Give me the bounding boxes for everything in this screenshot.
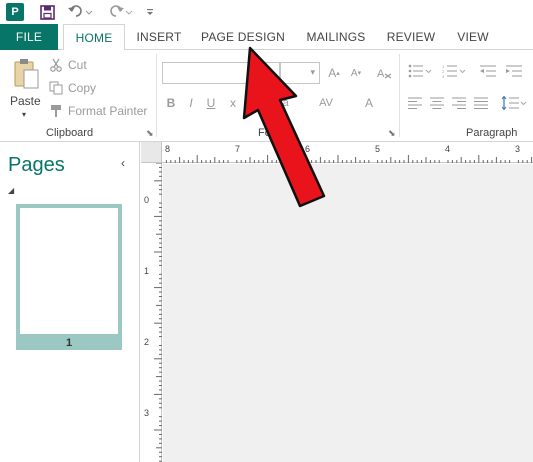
document-canvas[interactable] <box>163 164 533 462</box>
quick-access-toolbar: P <box>0 0 533 24</box>
align-right-icon[interactable] <box>450 94 468 112</box>
ruler-label: 5 <box>375 144 381 154</box>
format-painter-icon <box>48 103 64 119</box>
ruler-corner[interactable] <box>141 142 162 163</box>
ribbon: Paste ▾ Cut Copy Format Painter Clipboar… <box>0 50 533 142</box>
font-name-combobox[interactable] <box>162 62 280 84</box>
clear-formatting-icon[interactable]: A <box>374 62 394 84</box>
format-painter-button[interactable]: Format Painter <box>48 101 147 121</box>
shrink-font-label: A <box>350 67 358 79</box>
redo-icon[interactable] <box>106 3 134 21</box>
increase-indent-icon[interactable] <box>504 62 524 80</box>
ruler-label: 3 <box>144 408 150 418</box>
cut-button[interactable]: Cut <box>48 55 87 75</box>
font-color-button[interactable]: A <box>360 94 378 112</box>
bold-button[interactable]: B <box>164 94 178 112</box>
paste-button[interactable]: Paste ▾ <box>4 56 46 120</box>
chevron-down-icon: ▾ <box>310 67 315 77</box>
section-expand-icon[interactable]: ◢ <box>8 186 14 195</box>
ruler-label: 0 <box>144 195 150 205</box>
horizontal-ruler[interactable]: 8 7 6 5 4 3 <box>162 142 533 163</box>
save-icon[interactable] <box>38 3 56 21</box>
ribbon-tabs: FILE HOME INSERT PAGE DESIGN MAILINGS RE… <box>0 24 533 51</box>
bullets-icon[interactable] <box>406 62 434 80</box>
shrink-font-button[interactable]: A ▾ <box>348 62 364 84</box>
numbering-icon[interactable]: 123 <box>440 62 468 80</box>
vertical-ruler[interactable]: 0 1 2 3 <box>141 162 162 462</box>
font-launcher-icon[interactable]: ⬊ <box>388 129 396 138</box>
page-thumbnail[interactable]: 1 <box>16 204 122 350</box>
align-center-icon[interactable] <box>428 94 446 112</box>
cut-label: Cut <box>68 58 87 72</box>
svg-text:A: A <box>377 68 385 80</box>
copy-icon <box>48 80 64 96</box>
ruler-label: 6 <box>305 144 311 154</box>
decrease-indent-icon[interactable] <box>478 62 498 80</box>
ruler-label: 2 <box>144 337 150 347</box>
ruler-label: 3 <box>515 144 521 154</box>
grow-font-button[interactable]: A ▴ <box>326 62 342 84</box>
ruler-label: 4 <box>445 144 451 154</box>
line-spacing-icon[interactable] <box>500 94 528 112</box>
character-spacing-button[interactable]: AV <box>314 94 338 112</box>
tab-page-design[interactable]: PAGE DESIGN <box>198 24 288 50</box>
change-case-button[interactable]: Aa <box>262 94 302 112</box>
grow-font-label: A <box>328 66 337 80</box>
tab-file[interactable]: FILE <box>0 24 58 50</box>
align-left-icon[interactable] <box>406 94 424 112</box>
paste-label: Paste <box>10 94 41 108</box>
page-thumbnail-number: 1 <box>65 337 73 349</box>
italic-button[interactable]: I <box>184 94 198 112</box>
tab-view[interactable]: VIEW <box>452 24 494 50</box>
format-painter-label: Format Painter <box>68 104 148 118</box>
tab-home[interactable]: HOME <box>63 24 125 51</box>
subscript-button[interactable]: x <box>226 94 240 112</box>
undo-icon[interactable] <box>66 3 94 21</box>
clipboard-launcher-icon[interactable]: ⬊ <box>146 129 154 138</box>
justify-icon[interactable] <box>472 94 490 112</box>
clipboard-group-label: Clipboard <box>46 127 94 139</box>
app-logo-letter: P <box>11 6 19 18</box>
publisher-logo-icon: P <box>6 3 24 21</box>
collapse-pane-icon[interactable]: ‹ <box>121 156 125 170</box>
scissors-icon <box>48 57 64 73</box>
ruler-label: 8 <box>165 144 171 154</box>
copy-button[interactable]: Copy <box>48 78 96 98</box>
paste-dropdown-icon: ▾ <box>22 110 27 119</box>
group-divider <box>156 54 157 137</box>
publisher-window: P FILE HOME INSERT PAGE DESIGN MAILINGS … <box>0 0 533 462</box>
tab-mailings[interactable]: MAILINGS <box>301 24 371 50</box>
paragraph-group-label: Paragraph <box>466 127 518 139</box>
svg-text:3: 3 <box>442 74 445 78</box>
ruler-label: 1 <box>144 266 150 276</box>
underline-button[interactable]: U <box>204 94 218 112</box>
customize-qat-icon[interactable] <box>144 3 156 21</box>
font-group-label: Font <box>258 127 281 139</box>
group-divider <box>399 54 400 137</box>
tab-insert[interactable]: INSERT <box>132 24 186 50</box>
ruler-label: 7 <box>235 144 241 154</box>
pages-pane-title: Pages <box>8 154 65 176</box>
horizontal-ruler-ticks <box>165 155 533 163</box>
page-thumbnail-preview <box>20 208 118 334</box>
copy-label: Copy <box>68 81 97 95</box>
tab-review[interactable]: REVIEW <box>383 24 439 50</box>
paste-icon <box>13 58 39 95</box>
pages-pane: Pages ‹ ◢ 1 <box>0 142 140 462</box>
font-size-combobox[interactable]: ▾ <box>280 62 320 84</box>
